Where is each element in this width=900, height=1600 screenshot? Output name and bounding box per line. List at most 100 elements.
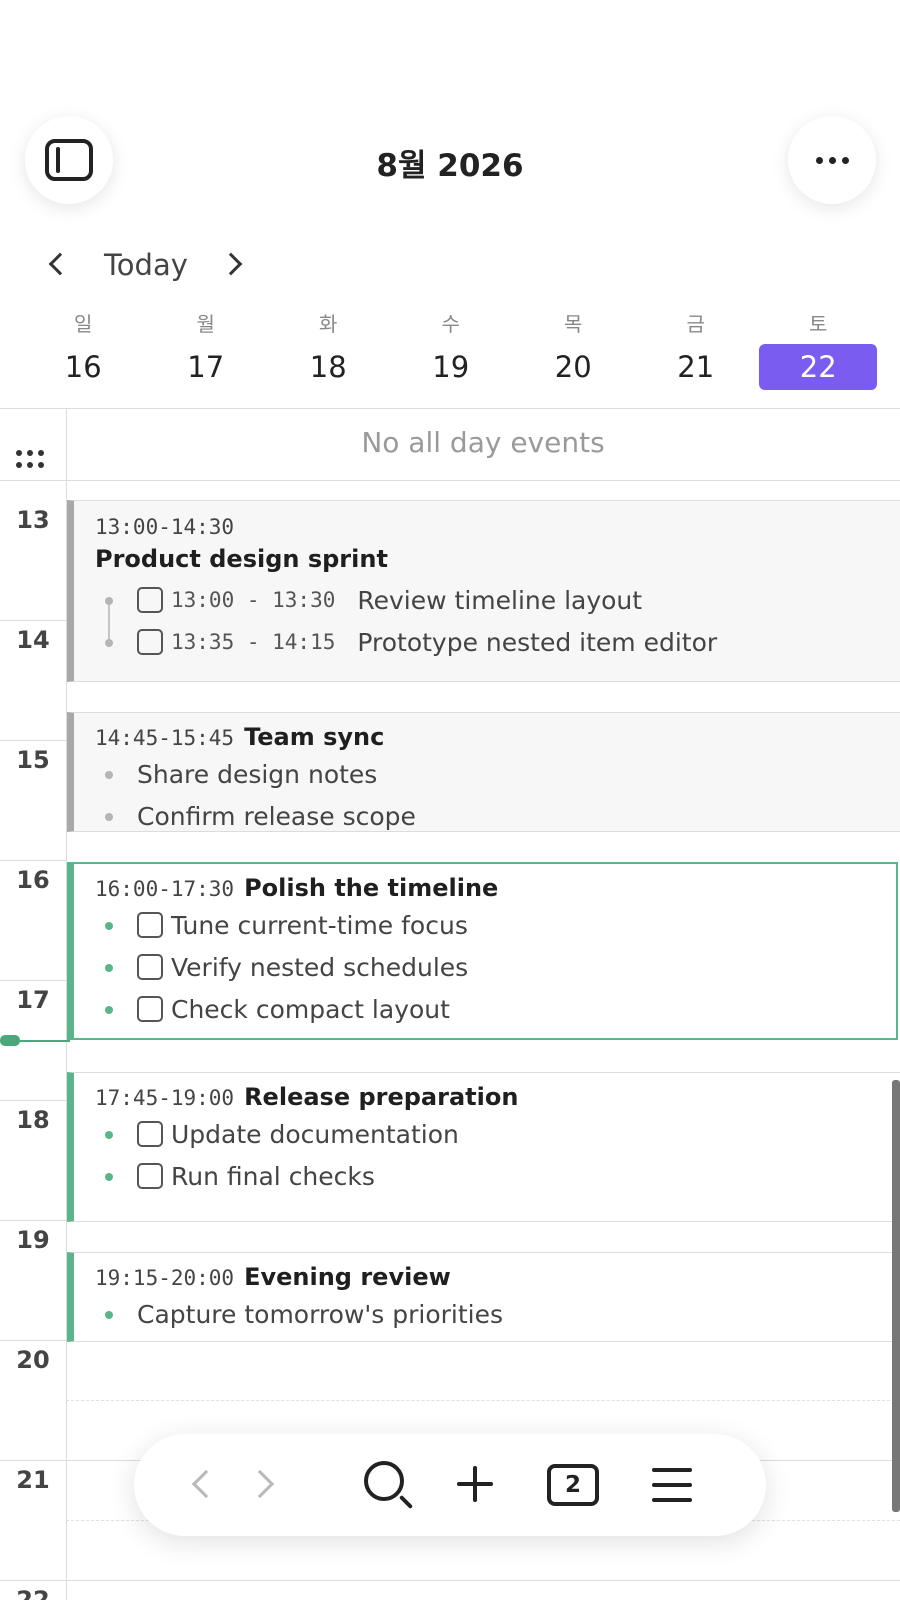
day-cell[interactable]: 화 18 bbox=[267, 310, 390, 390]
weekday-label: 화 bbox=[319, 312, 338, 336]
day-number: 21 bbox=[677, 350, 715, 384]
event-time: 13:00-14:30 bbox=[95, 515, 235, 539]
day-cell-selected[interactable]: 토 22 bbox=[757, 310, 880, 390]
hour-line bbox=[0, 1220, 66, 1221]
hour-line bbox=[0, 980, 66, 981]
day-number: 17 bbox=[187, 350, 225, 384]
note-label: Share design notes bbox=[137, 759, 378, 789]
half-hour-line bbox=[66, 1400, 900, 1401]
weekday-label: 목 bbox=[564, 312, 583, 336]
event-title: Product design sprint bbox=[95, 545, 388, 573]
event-time: 19:15-20:00 bbox=[95, 1266, 235, 1290]
event-header: 17:45-19:00 Release preparation bbox=[95, 1083, 900, 1111]
checkbox[interactable] bbox=[137, 912, 163, 938]
day-cell[interactable]: 금 21 bbox=[635, 310, 758, 390]
day-cell[interactable]: 월 17 bbox=[145, 310, 268, 390]
bullet-icon bbox=[105, 639, 113, 647]
checkbox[interactable] bbox=[137, 629, 163, 655]
subtask-item: Verify nested schedules bbox=[95, 946, 896, 988]
hour-line bbox=[0, 1340, 66, 1341]
hour-line bbox=[0, 1580, 66, 1581]
hour-label: 15 bbox=[16, 746, 50, 774]
subtask-item: Update documentation bbox=[95, 1113, 900, 1155]
checkbox[interactable] bbox=[137, 1121, 163, 1147]
selected-day-number: 22 bbox=[759, 344, 878, 390]
hour-line bbox=[0, 740, 66, 741]
search-button[interactable] bbox=[330, 1434, 428, 1536]
subtask-label: Update documentation bbox=[171, 1119, 459, 1149]
divider bbox=[0, 480, 900, 481]
more-horizontal-icon bbox=[815, 156, 849, 164]
subtask-item: 13:00 - 13:30 Review timeline layout bbox=[95, 579, 900, 621]
subtask-item: Tune current-time focus bbox=[95, 904, 896, 946]
search-icon-handle bbox=[398, 1494, 414, 1510]
hour-line bbox=[0, 1100, 66, 1101]
bullet-icon bbox=[105, 964, 113, 972]
vertical-scrollbar[interactable] bbox=[892, 1080, 900, 1512]
bullet-icon bbox=[105, 922, 113, 930]
hour-label: 18 bbox=[16, 1106, 50, 1134]
event-card[interactable]: 13:00-14:30 Product design sprint 13:00 … bbox=[67, 500, 900, 682]
month-title: 8월 2026 bbox=[376, 148, 524, 184]
hour-label: 22 bbox=[16, 1586, 50, 1600]
subtask-label: Tune current-time focus bbox=[171, 910, 468, 940]
note-list: Share design notes Confirm release scope bbox=[95, 753, 900, 831]
weekday-label: 금 bbox=[686, 312, 705, 336]
weekday-label: 수 bbox=[441, 312, 460, 336]
forward-button[interactable] bbox=[232, 1434, 330, 1536]
hour-line bbox=[0, 860, 66, 861]
weekday-label: 토 bbox=[809, 312, 828, 336]
add-button[interactable] bbox=[428, 1434, 526, 1536]
checkbox[interactable] bbox=[137, 996, 163, 1022]
event-card[interactable]: 19:15-20:00 Evening review Capture tomor… bbox=[67, 1252, 900, 1342]
event-header: 14:45-15:45 Team sync bbox=[95, 723, 900, 751]
subtask-label: Verify nested schedules bbox=[171, 952, 469, 982]
event-header: 19:15-20:00 Evening review bbox=[95, 1263, 900, 1291]
chevron-left-icon bbox=[191, 1469, 221, 1499]
bullet-icon bbox=[105, 771, 113, 779]
weekday-label: 월 bbox=[196, 312, 215, 336]
more-options-button[interactable] bbox=[788, 116, 876, 204]
day-cell[interactable]: 일 16 bbox=[22, 310, 145, 390]
tab-count-button[interactable]: 2 bbox=[526, 1434, 624, 1536]
plus-icon-stroke bbox=[473, 1466, 477, 1502]
week-navigation: Today bbox=[0, 240, 300, 290]
day-cell[interactable]: 목 20 bbox=[512, 310, 635, 390]
note-list: Capture tomorrow's priorities bbox=[95, 1293, 900, 1335]
note-item: Confirm release scope bbox=[95, 795, 900, 831]
checkbox[interactable] bbox=[137, 1163, 163, 1189]
back-button[interactable] bbox=[134, 1434, 232, 1536]
event-card[interactable]: 17:45-19:00 Release preparation Update d… bbox=[67, 1072, 900, 1222]
current-time-marker bbox=[0, 1035, 20, 1046]
day-number: 19 bbox=[432, 350, 470, 384]
hour-label: 14 bbox=[16, 626, 50, 654]
subtask-list: Tune current-time focus Verify nested sc… bbox=[95, 904, 896, 1030]
day-number: 16 bbox=[64, 350, 102, 384]
day-number: 20 bbox=[554, 350, 592, 384]
bullet-icon bbox=[105, 1131, 113, 1139]
subtask-label: Prototype nested item editor bbox=[357, 627, 718, 657]
subtask-item: Run final checks bbox=[95, 1155, 900, 1197]
event-card[interactable]: 14:45-15:45 Team sync Share design notes… bbox=[67, 712, 900, 832]
checkbox[interactable] bbox=[137, 587, 163, 613]
hour-label: 20 bbox=[16, 1346, 50, 1374]
day-cell[interactable]: 수 19 bbox=[390, 310, 513, 390]
chevron-right-icon bbox=[245, 1469, 275, 1499]
event-time: 16:00-17:30 bbox=[95, 877, 235, 901]
checkbox[interactable] bbox=[137, 954, 163, 980]
hour-label: 21 bbox=[16, 1466, 50, 1494]
bullet-icon bbox=[105, 1311, 113, 1319]
today-button[interactable]: Today bbox=[104, 248, 188, 282]
hour-line bbox=[0, 620, 66, 621]
divider bbox=[0, 408, 900, 409]
event-card-current[interactable]: 16:00-17:30 Polish the timeline Tune cur… bbox=[67, 862, 898, 1040]
subtask-time: 13:35 - 14:15 bbox=[171, 630, 336, 654]
menu-button[interactable] bbox=[624, 1434, 722, 1536]
chevron-left-icon[interactable] bbox=[48, 252, 72, 276]
drag-handle-icon[interactable] bbox=[16, 450, 44, 468]
tab-count-icon: 2 bbox=[547, 1464, 599, 1506]
menu-icon bbox=[652, 1468, 692, 1513]
grid-line bbox=[67, 1580, 900, 1581]
chevron-right-icon[interactable] bbox=[219, 252, 243, 276]
subtask-item: Check compact layout bbox=[95, 988, 896, 1030]
